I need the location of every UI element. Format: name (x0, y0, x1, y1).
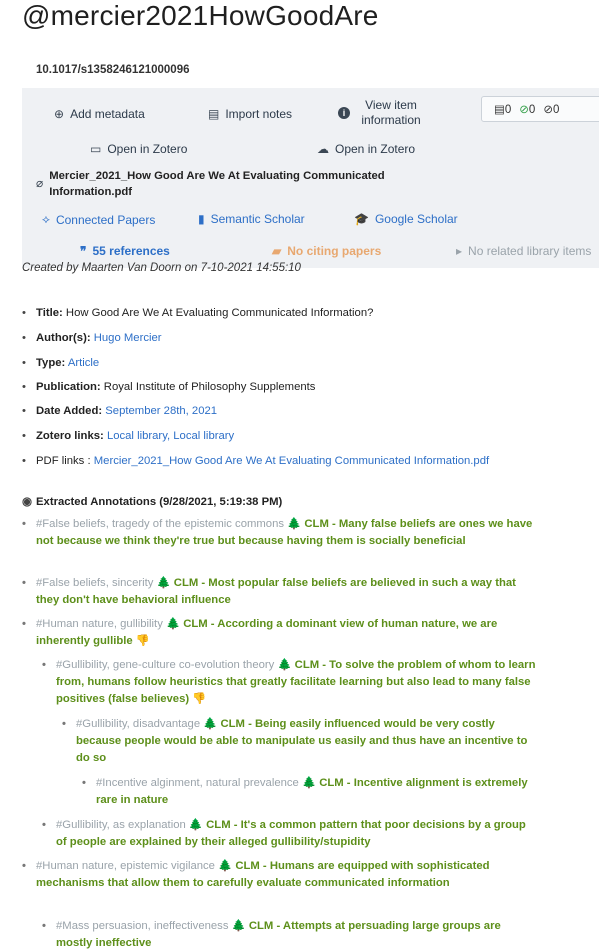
thumbs-down-icon: 👎 (192, 693, 207, 705)
annotation-item: • #Gullibility, gene-culture co-evolution… (42, 659, 536, 705)
annotation-tag[interactable]: #Human nature, epistemic vigilance (36, 860, 215, 872)
metadata-key: Title: (36, 307, 63, 319)
graduation-cap-icon: 🎓 (354, 212, 369, 226)
graph-icon: ⟡ (42, 212, 50, 226)
triangle-right-icon: ▸ (456, 244, 463, 258)
notes-icon: ▤ (208, 107, 220, 121)
annotation-tag[interactable]: #Mass persuasion, ineffectiveness (56, 920, 228, 932)
metadata-item: • Publication: Royal Institute of Philoso… (22, 381, 316, 393)
import-notes-label: Import notes (225, 107, 293, 121)
metadata-value[interactable]: Local library, Local library (107, 430, 234, 442)
annotation-tag[interactable]: #Gullibility, as explanation (56, 819, 186, 831)
annotation-item: • #Human nature, gullibility 🌲 CLM - Acco… (22, 618, 498, 647)
view-item-info-label: View item information (361, 98, 421, 127)
window-icon: ▭ (90, 142, 102, 156)
metadata-item: • Author(s): Hugo Mercier (22, 332, 162, 344)
citing-label: No citing papers (287, 244, 382, 258)
stats-badge: ▤0 ⊘0 ⊘0 (481, 96, 599, 122)
view-item-info-button[interactable]: i View item information (338, 98, 426, 128)
paperclip-icon: ⌀ (36, 176, 44, 190)
annotation-item: • #Mass persuasion, ineffectiveness 🌲 CLM… (42, 920, 501, 949)
metadata-value: Royal Institute of Philosophy Supplement… (103, 381, 316, 393)
collapse-bullet-icon[interactable]: ◉ (22, 494, 36, 511)
annotation-item: • #Gullibility, as explanation 🌲 CLM - It… (42, 819, 526, 848)
pdf-links-key: PDF links : (36, 455, 91, 467)
annotation-item: • #Gullibility, disadvantage 🌲 CLM - Bein… (62, 718, 528, 764)
open-zotero-label-2: Open in Zotero (335, 142, 416, 156)
add-metadata-label: Add metadata (70, 107, 145, 121)
pdf-file-link[interactable]: ⌀ Mercier_2021_How Good Are We At Evalua… (36, 168, 421, 200)
metadata-key: Date Added: (36, 405, 103, 417)
citing-papers-info: ▰ No citing papers (272, 244, 381, 258)
add-metadata-button[interactable]: ⊕ Add metadata (54, 107, 145, 121)
quote-icon: ❞ (80, 244, 87, 258)
annotation-item: • #Incentive alginment, natural prevalenc… (82, 777, 528, 806)
annotations-header[interactable]: ◉ Extracted Annotations (9/28/2021, 5:19:… (22, 494, 282, 511)
info-icon: i (338, 107, 350, 119)
annotation-tag[interactable]: #Human nature, gullibility (36, 618, 163, 630)
cloud-icon: ☁ (317, 142, 329, 156)
circles-count: ⊘0 (543, 104, 560, 116)
metadata-item: • Title: How Good Are We At Evaluating Co… (22, 307, 374, 319)
tree-icon: 🌲 (165, 618, 181, 630)
annotations-header-label: Extracted Annotations (9/28/2021, 5:19:3… (36, 496, 283, 508)
annotation-tag[interactable]: #Incentive alginment, natural prevalence (96, 777, 299, 789)
references-link[interactable]: ❞ 55 references (80, 244, 170, 258)
google-scholar-link[interactable]: 🎓 Google Scholar (354, 212, 458, 226)
tree-icon: 🌲 (301, 777, 317, 789)
metadata-item: • Zotero links: Local library, Local libr… (22, 430, 235, 442)
metadata-value[interactable]: Hugo Mercier (94, 332, 162, 344)
pdf-links-value[interactable]: Mercier_2021_How Good Are We At Evaluati… (94, 453, 514, 470)
book-icon: ▰ (272, 244, 282, 258)
metadata-key: Publication: (36, 381, 101, 393)
thumbs-down-icon: 👎 (135, 635, 150, 647)
tree-icon: 🌲 (188, 819, 203, 831)
annotation-item: • #False beliefs, sincerity 🌲 CLM - Most … (22, 577, 516, 606)
checks-count: ⊘0 (519, 104, 536, 116)
annotation-tag[interactable]: #False beliefs, tragedy of the epistemic… (36, 518, 284, 530)
metadata-value[interactable]: Article (68, 357, 99, 369)
bookmark-icon: ▮ (198, 212, 205, 226)
page-title: @mercier2021HowGoodAre (22, 0, 379, 31)
metadata-item: • Type: Article (22, 357, 100, 369)
annotation-item: • #False beliefs, tragedy of the epistemi… (22, 518, 533, 547)
open-zotero-label-1: Open in Zotero (107, 142, 188, 156)
open-zotero-button-2[interactable]: ☁ Open in Zotero (317, 142, 415, 156)
metadata-key: Zotero links: (36, 430, 104, 442)
tree-icon: 🌲 (277, 659, 292, 671)
open-zotero-button-1[interactable]: ▭ Open in Zotero (90, 142, 187, 156)
connected-papers-link[interactable]: ⟡ Connected Papers (42, 212, 155, 227)
annotation-tag[interactable]: #Gullibility, gene-culture co-evolution … (56, 659, 274, 671)
semantic-scholar-label: Semantic Scholar (210, 212, 305, 226)
metadata-key: Type: (36, 357, 66, 369)
pdf-file-name: Mercier_2021_How Good Are We At Evaluati… (49, 170, 385, 198)
metadata-value: How Good Are We At Evaluating Communicat… (65, 307, 374, 319)
annotation-item: • #Human nature, epistemic vigilance 🌲 CL… (22, 860, 490, 889)
tree-icon: 🌲 (231, 920, 246, 932)
metadata-key: Author(s): (36, 332, 91, 344)
tree-icon: 🌲 (287, 518, 302, 530)
semantic-scholar-link[interactable]: ▮ Semantic Scholar (198, 212, 305, 226)
metadata-value[interactable]: September 28th, 2021 (105, 405, 217, 417)
notes-count: ▤0 (494, 104, 512, 116)
tree-icon: 🌲 (156, 577, 171, 589)
metadata-item: • Date Added: September 28th, 2021 (22, 405, 218, 417)
related-label: No related library items (468, 244, 592, 258)
import-notes-button[interactable]: ▤ Import notes (208, 107, 292, 121)
annotation-tag[interactable]: #False beliefs, sincerity (36, 577, 153, 589)
google-scholar-label: Google Scholar (374, 212, 458, 226)
related-items-info: ▸ No related library items (456, 244, 591, 258)
plus-circle-icon: ⊕ (54, 107, 65, 121)
annotation-tag[interactable]: #Gullibility, disadvantage (76, 718, 200, 730)
tree-icon: 🌲 (203, 718, 218, 730)
connected-papers-label: Connected Papers (55, 212, 156, 227)
created-by-text: Created by Maarten Van Doorn on 7-10-202… (22, 262, 301, 274)
references-label: 55 references (92, 244, 170, 258)
tree-icon: 🌲 (218, 860, 233, 872)
pdf-links-item: • PDF links : Mercier_2021_How Good Are W… (22, 453, 514, 470)
doi-text: 10.1017/s1358246121000096 (36, 64, 190, 76)
